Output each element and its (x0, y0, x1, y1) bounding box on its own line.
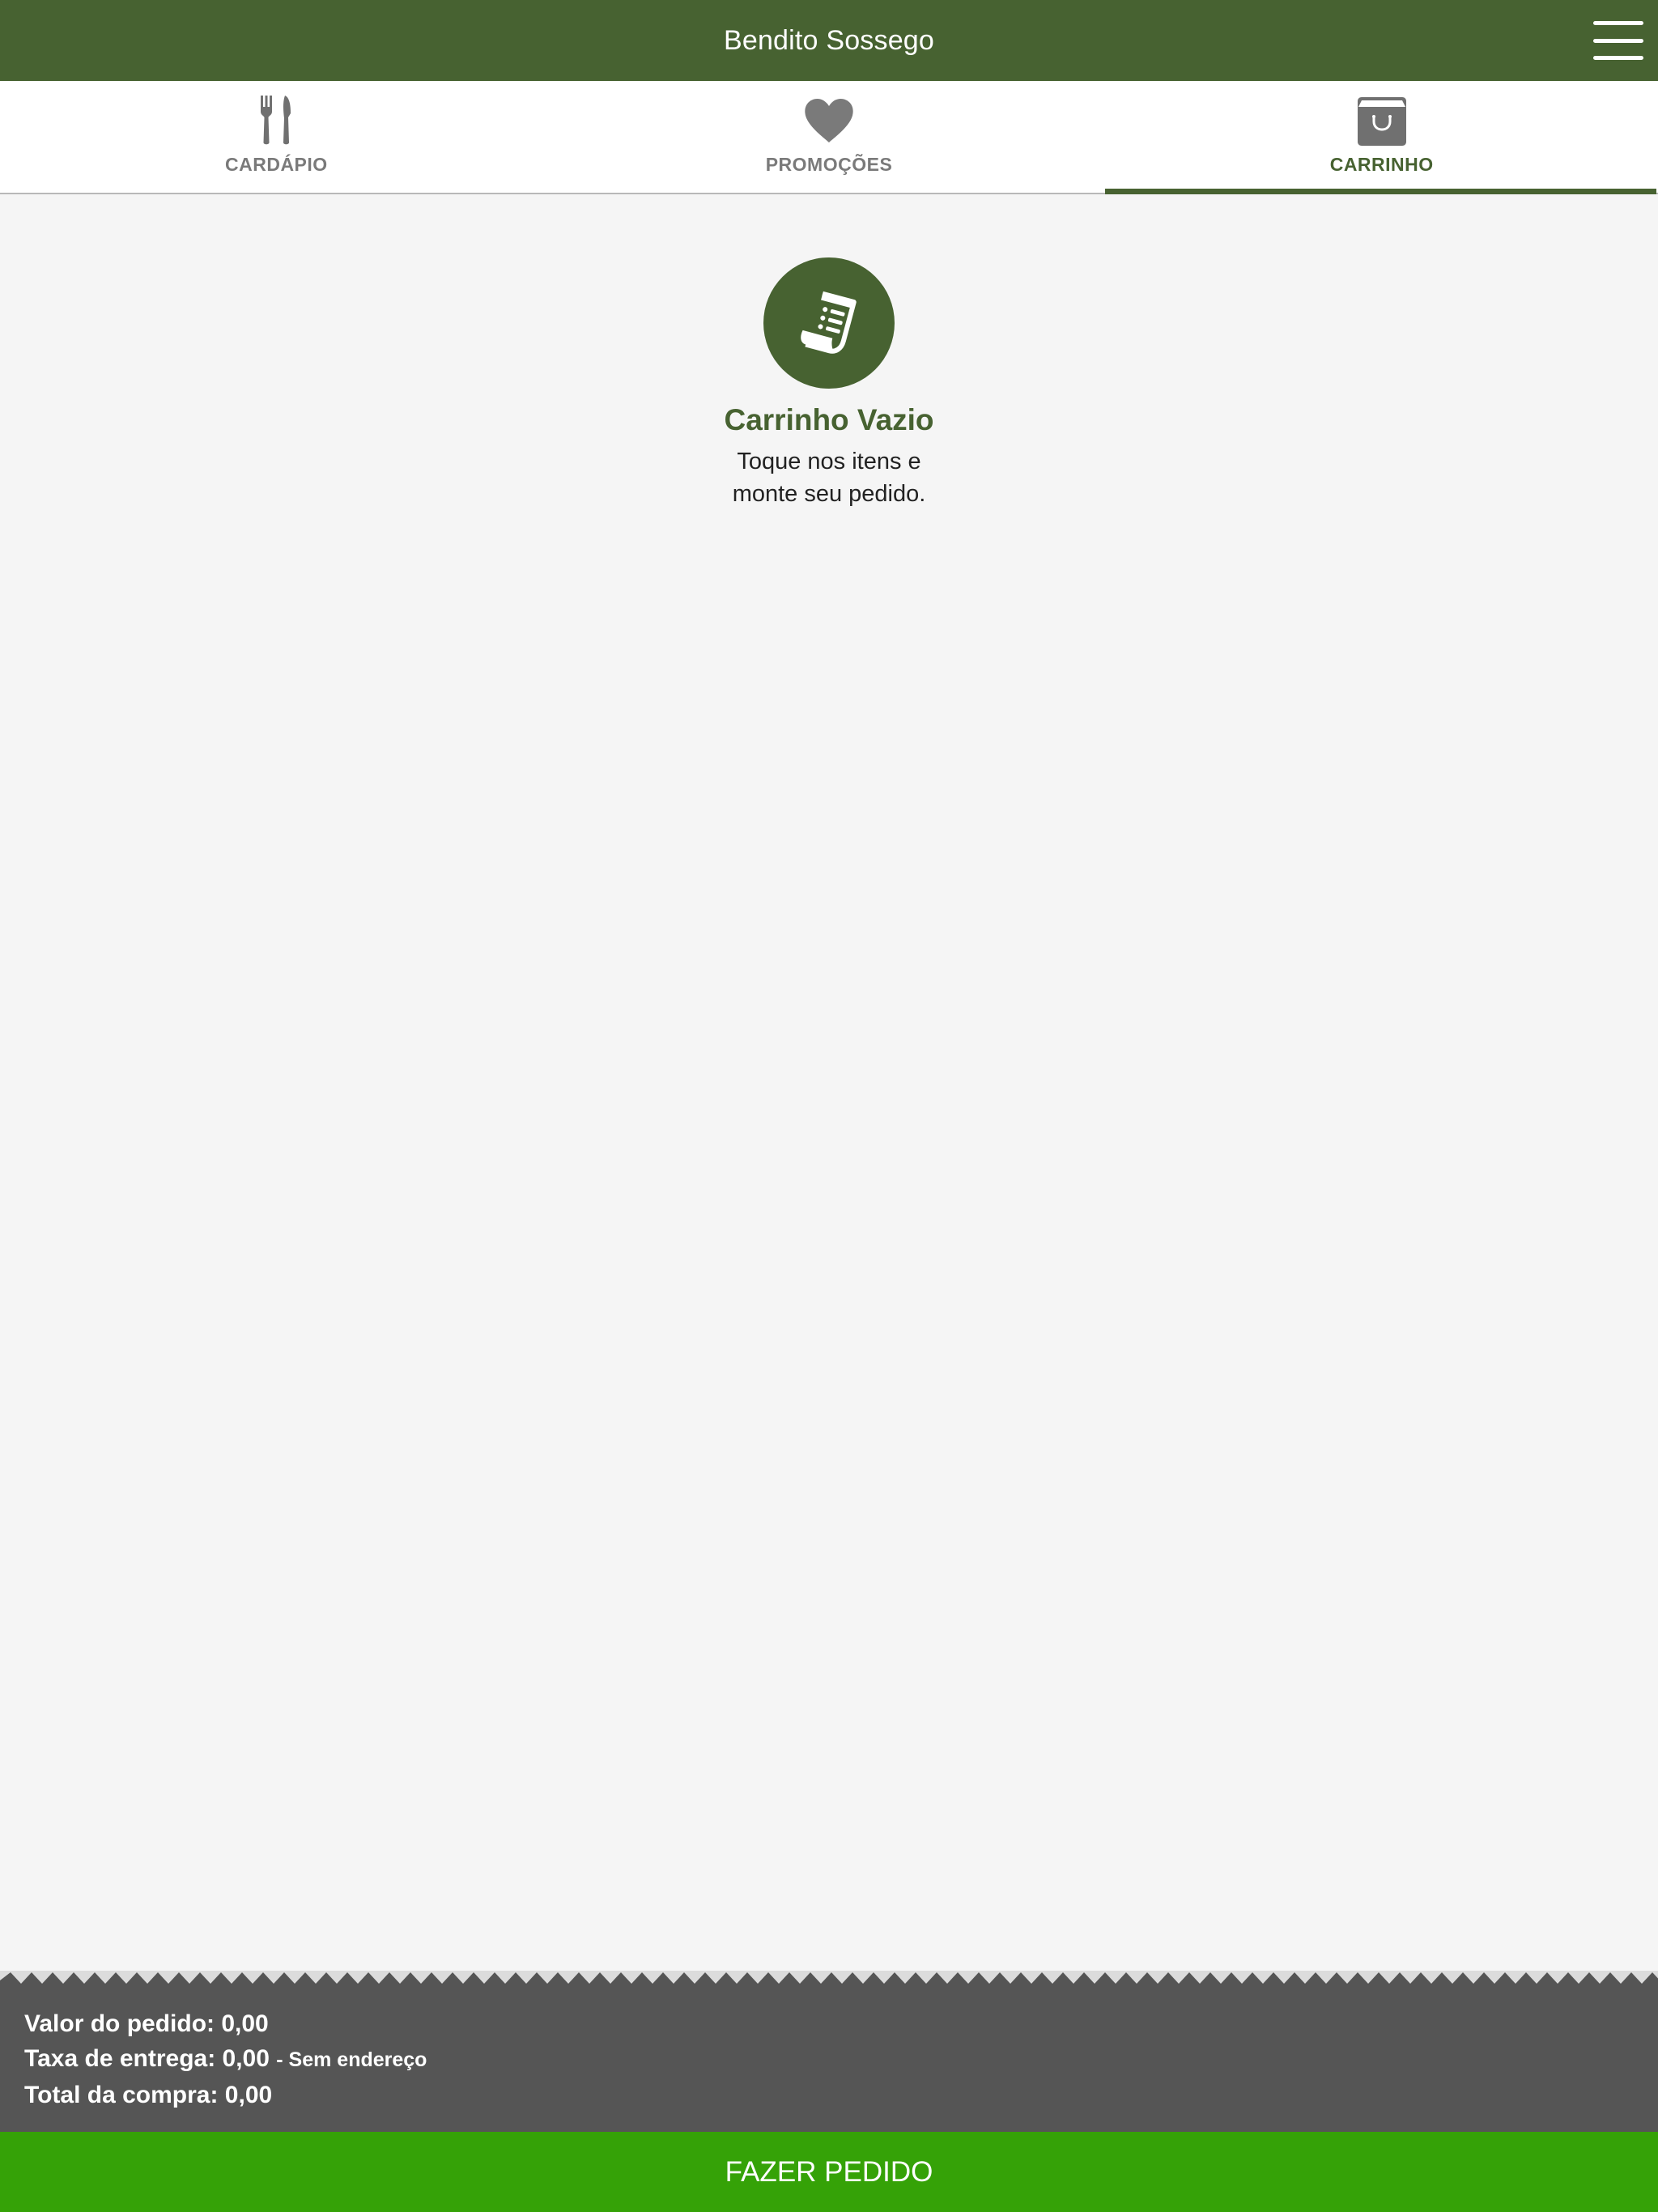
heart-icon (804, 96, 854, 146)
cart-screen: Bendito Sossego CARDÁPIO PROMOÇÕES CARRI… (0, 0, 1658, 2212)
delivery-note: - Sem endereço (276, 2048, 427, 2071)
app-header: Bendito Sossego (0, 0, 1658, 81)
empty-cart-title: Carrinho Vazio (724, 403, 934, 436)
tab-carrinho[interactable]: CARRINHO (1105, 81, 1658, 194)
summary-zigzag-edge (0, 1971, 1658, 1987)
fork-knife-icon (258, 96, 294, 146)
receipt-icon (763, 257, 895, 389)
empty-cart-state: Carrinho Vazio Toque nos itens e monte s… (0, 257, 1658, 510)
empty-cart-subtitle: Toque nos itens e monte seu pedido. (732, 449, 926, 507)
shopping-bag-icon (1357, 96, 1407, 146)
tab-promocoes[interactable]: PROMOÇÕES (553, 81, 1106, 193)
order-value: Valor do pedido: 0,00 (24, 2010, 269, 2037)
order-total: Total da compra: 0,00 (24, 2082, 273, 2108)
hamburger-menu-icon[interactable] (1593, 21, 1643, 60)
order-summary: Valor do pedido: 0,00 Taxa de entrega: 0… (0, 1985, 1658, 2133)
tab-label: PROMOÇÕES (765, 154, 893, 175)
place-order-button[interactable]: FAZER PEDIDO (0, 2132, 1658, 2212)
delivery-fee: Taxa de entrega: 0,00 - Sem endereço (24, 2045, 427, 2072)
page-title: Bendito Sossego (723, 24, 935, 56)
tab-label: CARDÁPIO (225, 154, 328, 175)
tab-label: CARRINHO (1329, 154, 1434, 175)
tab-cardapio[interactable]: CARDÁPIO (0, 81, 553, 193)
tab-bar: CARDÁPIO PROMOÇÕES CARRINHO (0, 81, 1658, 194)
